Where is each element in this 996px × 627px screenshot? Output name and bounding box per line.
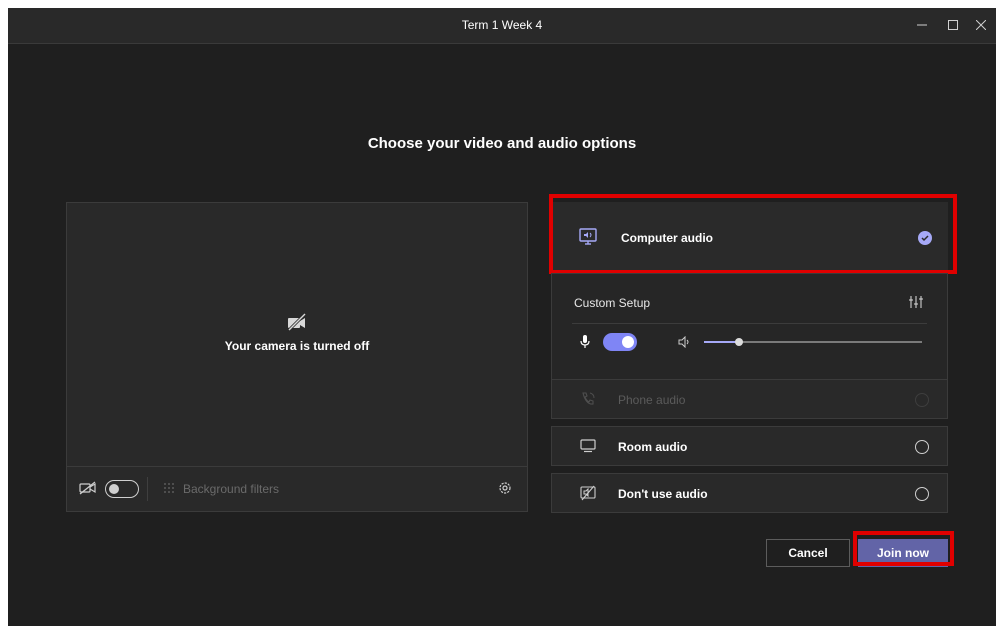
camera-preview: Your camera is turned off Background fil… bbox=[66, 202, 528, 512]
microphone-toggle[interactable] bbox=[603, 333, 637, 351]
no-audio-radio[interactable] bbox=[915, 487, 929, 501]
volume-slider-fill bbox=[704, 341, 739, 343]
preview-toolbar: Background filters bbox=[67, 466, 527, 511]
close-button[interactable] bbox=[970, 14, 992, 36]
speaker-icon bbox=[678, 336, 689, 348]
join-now-button[interactable]: Join now bbox=[858, 539, 948, 567]
room-audio-label: Room audio bbox=[618, 440, 688, 454]
phone-audio-label: Phone audio bbox=[618, 393, 686, 407]
device-settings-gear-icon[interactable] bbox=[497, 480, 513, 496]
cancel-button[interactable]: Cancel bbox=[766, 539, 850, 567]
background-effects-icon bbox=[164, 483, 174, 493]
minimize-icon bbox=[917, 24, 927, 26]
phone-audio-radio[interactable] bbox=[915, 393, 929, 407]
maximize-button[interactable] bbox=[942, 14, 964, 36]
background-filters-button[interactable]: Background filters bbox=[183, 482, 279, 496]
title-bar: Term 1 Week 4 bbox=[8, 8, 996, 44]
toggle-knob bbox=[622, 336, 634, 348]
camera-off-icon bbox=[287, 313, 307, 331]
selected-check-icon bbox=[918, 231, 932, 245]
no-audio-label: Don't use audio bbox=[618, 487, 708, 501]
speaker-muted-icon bbox=[580, 485, 596, 501]
room-audio-option[interactable]: Room audio bbox=[551, 426, 948, 466]
room-display-icon bbox=[580, 439, 596, 453]
phone-audio-option[interactable]: Phone audio bbox=[551, 379, 948, 419]
minimize-button[interactable] bbox=[911, 14, 933, 36]
computer-speaker-icon bbox=[579, 228, 597, 245]
custom-setup-label: Custom Setup bbox=[574, 296, 651, 310]
page-heading: Choose your video and audio options bbox=[367, 135, 637, 152]
toolbar-divider bbox=[147, 477, 148, 501]
computer-audio-label: Computer audio bbox=[621, 231, 713, 245]
audio-settings-sliders-icon[interactable] bbox=[909, 295, 923, 309]
speaker-volume-slider[interactable] bbox=[704, 338, 922, 346]
join-meeting-window: Term 1 Week 4 Choose your video and audi… bbox=[8, 8, 996, 626]
toggle-knob bbox=[109, 484, 119, 494]
camera-toggle[interactable] bbox=[105, 480, 139, 498]
computer-audio-option[interactable]: Computer audio bbox=[551, 202, 948, 273]
microphone-icon bbox=[580, 335, 590, 348]
window-title: Term 1 Week 4 bbox=[461, 18, 543, 32]
room-audio-radio[interactable] bbox=[915, 440, 929, 454]
maximize-icon bbox=[948, 20, 958, 30]
volume-slider-thumb[interactable] bbox=[734, 338, 743, 346]
close-icon bbox=[976, 20, 986, 30]
phone-audio-icon bbox=[582, 392, 595, 405]
camera-off-small-icon bbox=[79, 481, 96, 495]
custom-setup-divider bbox=[572, 323, 927, 324]
custom-setup-panel: Custom Setup bbox=[551, 273, 948, 380]
camera-off-message: Your camera is turned off bbox=[224, 339, 370, 353]
no-audio-option[interactable]: Don't use audio bbox=[551, 473, 948, 513]
